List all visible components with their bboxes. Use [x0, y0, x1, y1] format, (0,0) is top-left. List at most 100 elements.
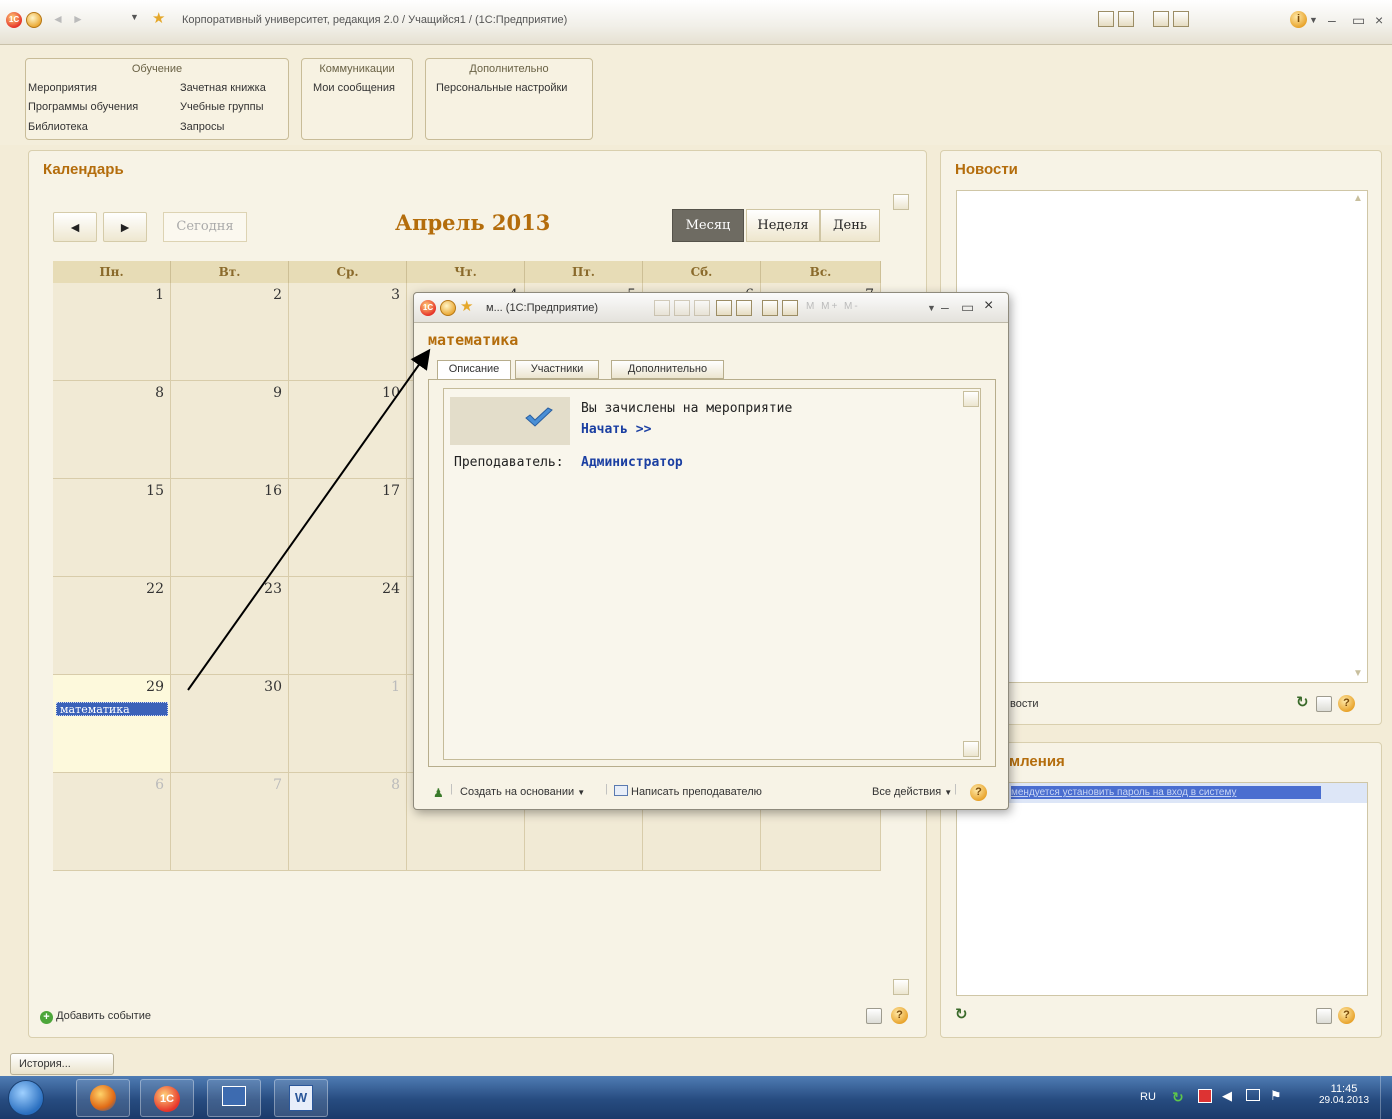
news-all-link[interactable]: вости	[1010, 698, 1039, 710]
tab-description[interactable]: Описание	[437, 360, 511, 380]
scroll-down-icon[interactable]: ▼	[1353, 668, 1365, 680]
calendar-day-cell[interactable]: 1	[289, 675, 407, 773]
calendar-day-cell[interactable]: 3	[289, 283, 407, 381]
section-link-events[interactable]: Мероприятия	[28, 82, 97, 94]
info-dropdown-icon[interactable]: ▼	[1309, 15, 1318, 25]
calendar-day-cell[interactable]: 16	[171, 479, 289, 577]
dialog-close-button[interactable]: ×	[984, 297, 993, 315]
calculator-icon[interactable]	[1153, 11, 1169, 27]
dialog-top-checkbox[interactable]	[963, 391, 979, 407]
help-icon[interactable]: ?	[1338, 1007, 1355, 1024]
taskbar-word[interactable]: W	[274, 1079, 328, 1117]
calendar-day-cell[interactable]: 6	[53, 773, 171, 871]
section-link-requests[interactable]: Запросы	[180, 121, 224, 133]
reminders-settings-icon[interactable]	[1316, 1008, 1332, 1024]
restore-button[interactable]: ▭	[1352, 12, 1365, 29]
calendar-settings-icon[interactable]	[866, 1008, 882, 1024]
calendar-day-cell[interactable]: 22	[53, 577, 171, 675]
help-icon[interactable]: ?	[1338, 695, 1355, 712]
dialog-minimize-button[interactable]: –	[941, 299, 949, 315]
tray-display-icon[interactable]	[1246, 1089, 1260, 1101]
tray-volume-icon[interactable]: ◀	[1222, 1088, 1232, 1104]
favorites-add-icon[interactable]	[1098, 11, 1114, 27]
info-icon[interactable]: i	[1290, 11, 1307, 28]
main-menu-icon[interactable]	[26, 12, 42, 28]
dialog-menu-icon[interactable]	[440, 300, 456, 316]
calendar-day-cell[interactable]: 30	[171, 675, 289, 773]
section-link-library[interactable]: Библиотека	[28, 121, 88, 133]
taskbar-1c[interactable]: 1С	[140, 1079, 194, 1117]
dialog-bottom-checkbox[interactable]	[963, 741, 979, 757]
create-based-button[interactable]: Создать на основании ▼	[460, 786, 585, 798]
print-icon[interactable]	[674, 300, 690, 316]
show-desktop-button[interactable]	[1380, 1076, 1392, 1119]
calendar-bottom-checkbox[interactable]	[893, 979, 909, 995]
section-link-programs[interactable]: Программы обучения	[28, 101, 138, 113]
favorites-add-icon[interactable]	[716, 300, 732, 316]
favorites-star-icon[interactable]: ★	[460, 297, 473, 315]
calendar-event[interactable]: математика	[56, 702, 168, 716]
save-icon[interactable]	[654, 300, 670, 316]
section-link-personal-settings[interactable]: Персональные настройки	[436, 82, 567, 94]
calendar-day-cell[interactable]: 24	[289, 577, 407, 675]
calendar-day-cell[interactable]: 7	[171, 773, 289, 871]
refresh-icon[interactable]: ↻	[955, 1005, 968, 1023]
calendar-day-cell[interactable]: 1	[53, 283, 171, 381]
calendar-day-cell[interactable]: 9	[171, 381, 289, 479]
calendar-day-cell[interactable]: 2	[171, 283, 289, 381]
next-period-button[interactable]: ►	[103, 212, 147, 242]
calendar-day-cell[interactable]: 15	[53, 479, 171, 577]
1c-logo-icon[interactable]: 1С	[420, 300, 436, 316]
tray-flag-icon[interactable]: ⚑	[1270, 1088, 1282, 1104]
news-list[interactable]: ▲ ▼	[956, 190, 1368, 683]
view-month-button[interactable]: Месяц	[672, 209, 744, 242]
view-day-button[interactable]: День	[820, 209, 880, 242]
today-button[interactable]: Сегодня	[163, 212, 247, 242]
help-icon[interactable]: ?	[970, 784, 987, 801]
add-event-button[interactable]: + Добавить событие	[40, 1010, 151, 1024]
news-settings-icon[interactable]	[1316, 696, 1332, 712]
calendar-settings-checkbox[interactable]	[893, 194, 909, 210]
minimize-button[interactable]: –	[1328, 12, 1336, 28]
tray-network-icon[interactable]	[1198, 1089, 1212, 1103]
write-teacher-button[interactable]: Написать преподавателю	[631, 786, 762, 798]
reminder-row[interactable]: мендуется установить пароль на вход в си…	[957, 783, 1367, 803]
close-button[interactable]: ×	[1375, 12, 1383, 28]
language-indicator[interactable]: RU	[1140, 1091, 1156, 1103]
calendar-day-cell[interactable]: 29 математика	[53, 675, 171, 773]
calculator-icon[interactable]	[762, 300, 778, 316]
favorites-star-icon[interactable]: ★	[152, 9, 165, 27]
calendar-day-cell[interactable]: 17	[289, 479, 407, 577]
prev-period-button[interactable]: ◄	[53, 212, 97, 242]
calendar-icon[interactable]	[782, 300, 798, 316]
start-link[interactable]: Начать >>	[581, 422, 651, 437]
refresh-icon[interactable]: ↻	[1296, 693, 1309, 711]
history-icon[interactable]	[736, 300, 752, 316]
1c-logo-icon[interactable]: 1С	[6, 12, 22, 28]
help-icon[interactable]: ?	[891, 1007, 908, 1024]
calendar-day-cell[interactable]: 10	[289, 381, 407, 479]
tab-additional[interactable]: Дополнительно	[611, 360, 724, 379]
calendar-day-cell[interactable]: 8	[289, 773, 407, 871]
all-actions-button[interactable]: Все действия ▼	[872, 786, 952, 798]
history-dropdown-icon[interactable]: ▼	[130, 12, 139, 22]
section-link-gradebook[interactable]: Зачетная книжка	[180, 82, 266, 94]
clock[interactable]: 11:45 29.04.2013	[1318, 1083, 1370, 1106]
dialog-dropdown-icon[interactable]: ▼	[927, 303, 936, 313]
back-arrow-icon[interactable]: ◄	[52, 12, 66, 26]
history-button[interactable]: История...	[10, 1053, 114, 1075]
tray-sync-icon[interactable]: ↻	[1172, 1089, 1184, 1106]
teacher-link[interactable]: Администратор	[581, 455, 683, 470]
dialog-restore-button[interactable]: ▭	[961, 299, 974, 316]
start-button[interactable]	[8, 1080, 44, 1116]
tab-participants[interactable]: Участники	[515, 360, 599, 379]
preview-icon[interactable]	[694, 300, 710, 316]
calendar-icon[interactable]	[1173, 11, 1189, 27]
history-icon[interactable]	[1118, 11, 1134, 27]
section-link-messages[interactable]: Мои сообщения	[313, 82, 395, 94]
taskbar-remote-desktop[interactable]	[207, 1079, 261, 1117]
view-week-button[interactable]: Неделя	[746, 209, 820, 242]
forward-arrow-icon[interactable]: ►	[72, 12, 86, 26]
taskbar-firefox[interactable]	[76, 1079, 130, 1117]
calendar-day-cell[interactable]: 8	[53, 381, 171, 479]
